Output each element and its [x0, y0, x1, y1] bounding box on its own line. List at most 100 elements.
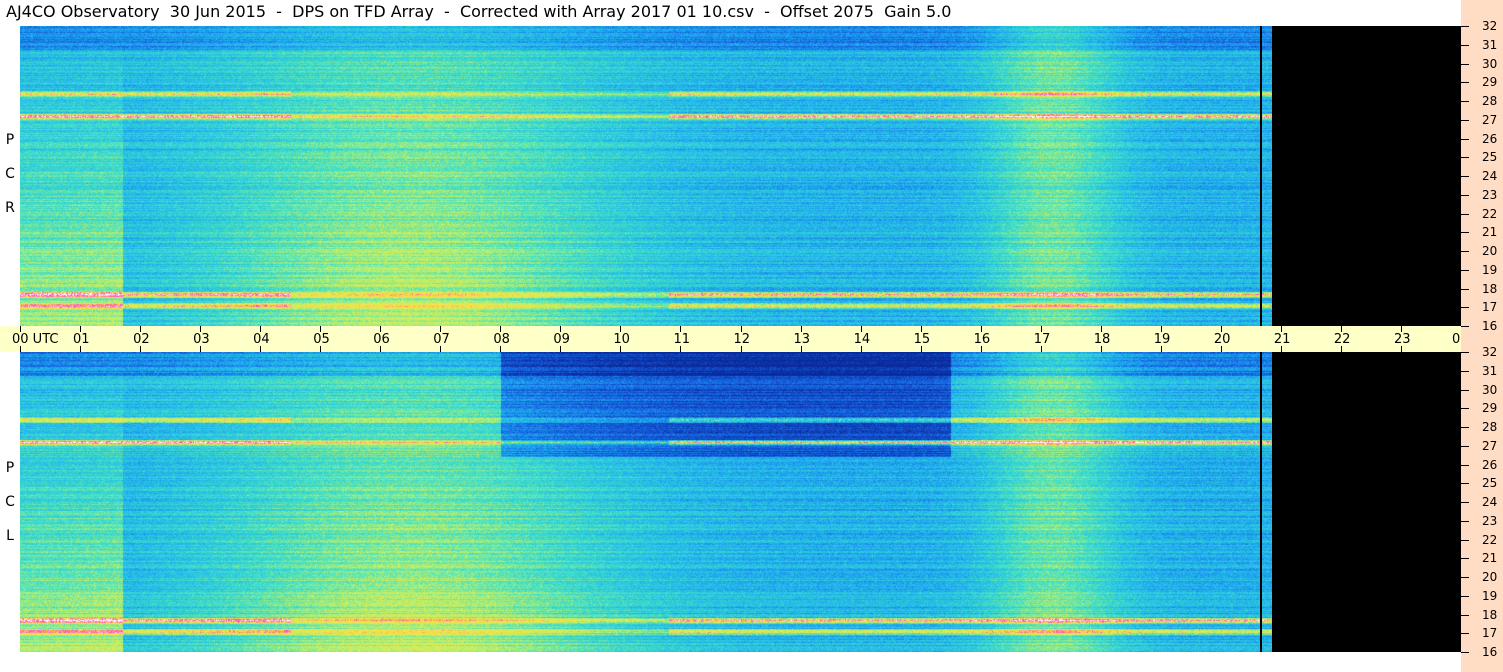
marker-line [1259, 352, 1262, 652]
freq-tick-label: 24 [1482, 169, 1498, 183]
time-tick [860, 326, 862, 332]
freq-tick-label: 30 [1482, 382, 1498, 397]
freq-tick-label: 29 [1482, 401, 1498, 416]
freq-tick [1461, 464, 1469, 466]
time-tick-label: 19 [1153, 332, 1171, 347]
freq-tick-label: 23 [1482, 513, 1498, 528]
time-tick-label: 03 [193, 332, 210, 347]
freq-tick [1461, 389, 1469, 391]
time-tick-label: 11 [673, 332, 690, 347]
time-tick-label: 09 [553, 332, 570, 347]
freq-tick [1461, 558, 1469, 560]
freq-tick [1461, 307, 1469, 309]
freq-tick [1461, 652, 1469, 653]
time-tick [680, 326, 682, 332]
freq-tick [1461, 577, 1469, 578]
freq-tick [1461, 483, 1469, 485]
freq-tick-label: 32 [1482, 345, 1498, 359]
time-tick [800, 326, 802, 332]
time-tick [200, 346, 202, 352]
freq-tick-label: 18 [1482, 607, 1498, 622]
time-tick [1040, 346, 1042, 352]
pol-label: P [5, 132, 15, 148]
time-tick-label: 10 [613, 332, 630, 347]
time-tick [740, 346, 742, 352]
time-tick [1400, 326, 1402, 332]
freq-tick-label: 32 [1482, 19, 1498, 33]
time-tick [620, 326, 622, 332]
freq-tick [1461, 44, 1469, 46]
time-tick [1280, 346, 1282, 352]
time-tick-label: 22 [1333, 332, 1351, 347]
time-tick-label: 12 [733, 332, 751, 347]
time-tick [800, 346, 802, 352]
time-tick [1340, 346, 1342, 352]
time-tick [500, 326, 502, 332]
time-tick [440, 326, 442, 332]
time-tick-label: 17 [1033, 332, 1051, 347]
time-tick-label: 08 [493, 332, 510, 347]
time-tick-label: 04 [253, 332, 270, 347]
time-tick [920, 326, 922, 332]
freq-tick [1461, 539, 1469, 541]
freq-tick [1461, 63, 1469, 65]
time-tick-label: 02 [133, 332, 150, 347]
rcp-heatmap [20, 26, 1461, 326]
time-tick-label: 01 [73, 332, 90, 347]
freq-tick-label: 28 [1482, 94, 1498, 108]
freq-tick [1461, 408, 1469, 410]
time-tick [980, 346, 982, 352]
freq-tick [1461, 157, 1469, 159]
time-tick [1220, 326, 1222, 332]
time-tick [1220, 346, 1222, 352]
no-data-region [1271, 26, 1461, 326]
freq-tick-label: 21 [1482, 225, 1498, 240]
time-tick [380, 326, 382, 332]
time-tick [260, 346, 262, 352]
freq-tick [1461, 194, 1469, 196]
time-tick [1160, 326, 1162, 332]
freq-tick [1461, 445, 1469, 447]
time-tick [680, 346, 682, 352]
freq-tick-label: 24 [1482, 495, 1498, 509]
time-tick [140, 326, 142, 332]
freq-tick-label: 26 [1482, 457, 1498, 472]
time-tick [560, 326, 562, 332]
freq-tick-label: 16 [1482, 645, 1498, 659]
time-tick-label: 21 [1273, 332, 1291, 347]
freq-tick-label: 18 [1482, 281, 1498, 296]
time-tick-label: 05 [313, 332, 330, 347]
freq-tick-label: 25 [1482, 150, 1498, 165]
time-tick-label: 14 [853, 332, 871, 347]
time-tick [1280, 326, 1282, 332]
time-tick [620, 346, 622, 352]
freq-tick [1461, 213, 1469, 215]
freq-tick-label: 22 [1482, 206, 1498, 221]
freq-tick-label: 25 [1482, 476, 1498, 491]
time-tick [320, 346, 322, 352]
time-tick [80, 346, 82, 352]
time-tick [560, 346, 562, 352]
time-tick [140, 346, 142, 352]
freq-tick-label: 20 [1482, 244, 1498, 258]
lcp-spectrogram [20, 352, 1461, 652]
time-axis: 00 UTC 01 02 03 04 05 06 07 08 09 10 11 12 13 14 15 16 17… [0, 326, 1501, 352]
freq-tick-label: 28 [1482, 420, 1498, 434]
freq-tick [1461, 352, 1469, 353]
freq-tick-label: 17 [1482, 626, 1498, 641]
time-tick [1100, 326, 1102, 332]
freq-tick [1461, 326, 1469, 327]
freq-tick [1461, 251, 1469, 252]
time-tick [500, 346, 502, 352]
time-tick-label: 00 UTC [12, 332, 59, 347]
no-data-region [1271, 352, 1461, 652]
freq-tick-label: 19 [1482, 262, 1498, 277]
freq-tick-label: 30 [1482, 56, 1498, 71]
time-tick [260, 326, 262, 332]
time-tick [1340, 326, 1342, 332]
freq-tick [1461, 269, 1469, 271]
time-tick [1400, 346, 1402, 352]
freq-tick-label: 29 [1482, 75, 1498, 90]
pol-label: P [5, 460, 15, 476]
freq-tick [1461, 176, 1469, 177]
